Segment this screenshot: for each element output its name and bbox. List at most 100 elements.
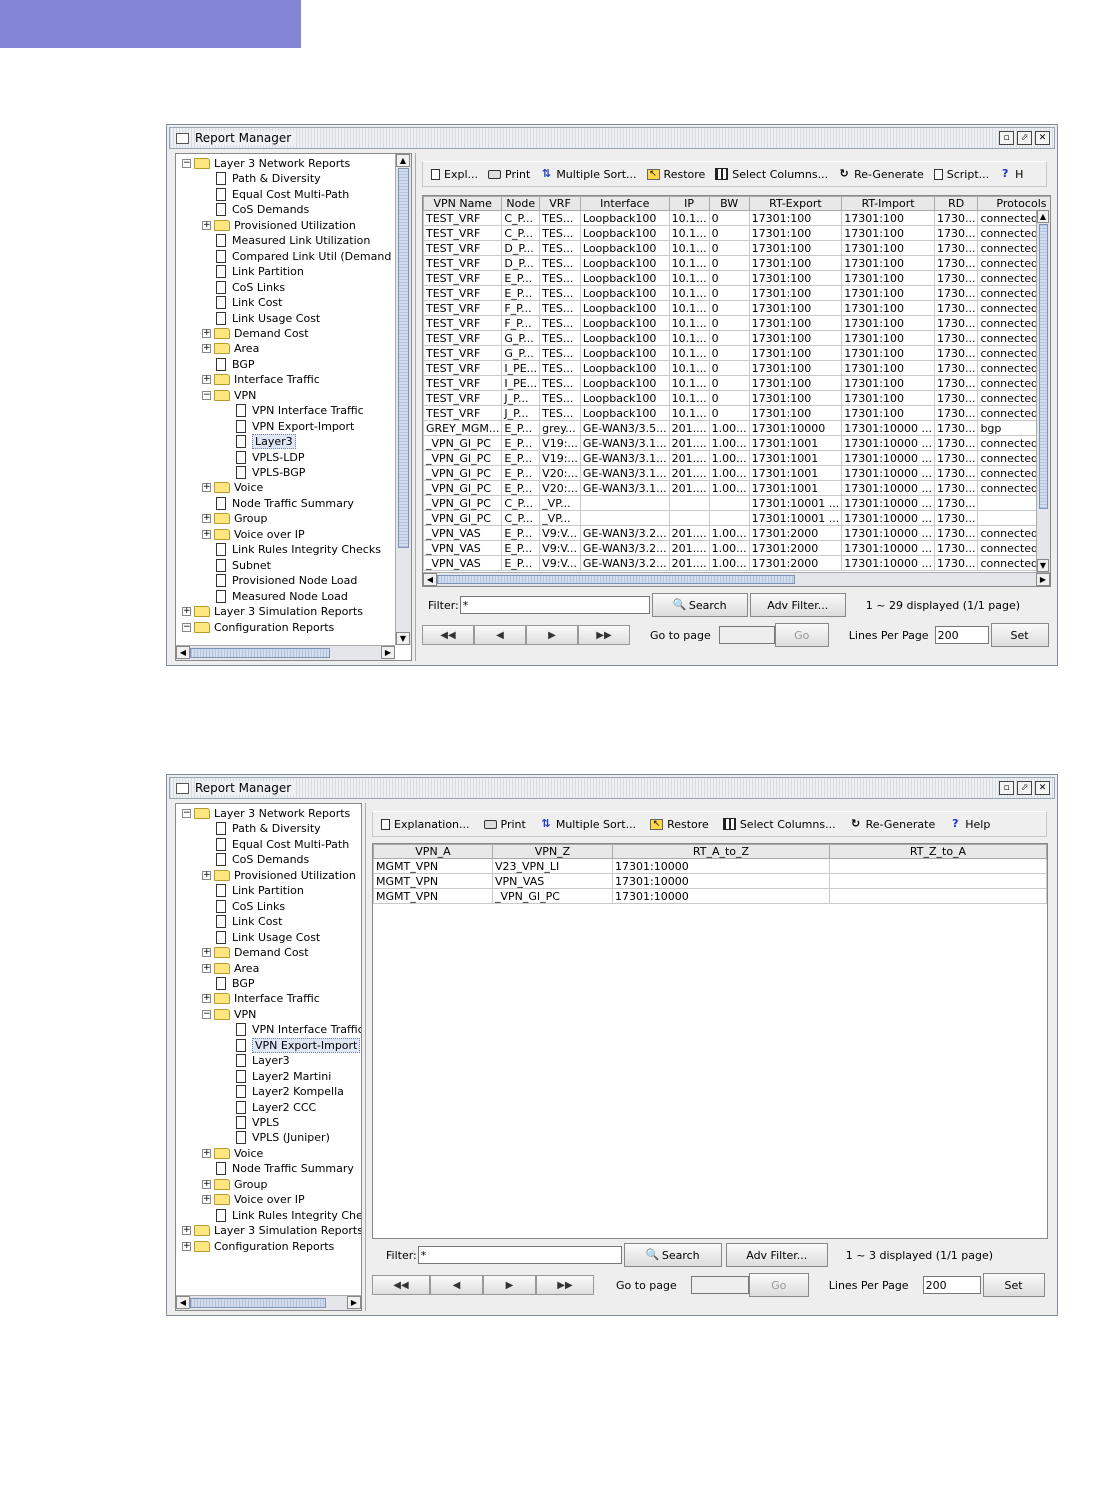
next-page-button[interactable]: ▶ [526,625,578,645]
scroll-thumb[interactable] [190,1298,326,1308]
expand-icon[interactable]: + [202,375,211,385]
tree-item-layer-3-simulation-reports[interactable]: + Layer 3 Simulation Reports [182,1223,361,1238]
expand-icon[interactable]: + [182,1226,191,1236]
collapse-icon[interactable]: − [182,809,191,818]
column-header-node[interactable]: Node [501,196,541,211]
column-header-vpn-a[interactable]: VPN_A [373,844,493,859]
expand-icon[interactable]: + [202,963,211,973]
filter-input[interactable] [459,596,650,614]
tree-item-interface-traffic[interactable]: + Interface Traffic [202,372,320,387]
toolbar-h-button[interactable]: ? H [999,168,1023,181]
tree-item-node-traffic-summary[interactable]: Node Traffic Summary [202,1161,354,1176]
column-header-protocols[interactable]: Protocols [977,196,1050,211]
scroll-down-icon[interactable]: ▼ [396,632,410,645]
scroll-right-icon[interactable]: ▶ [347,1296,361,1309]
scroll-down-icon[interactable]: ▼ [1037,559,1049,572]
column-header-vrf[interactable]: VRF [539,196,581,211]
tree-item-cos-links[interactable]: CoS Links [202,280,285,295]
expand-icon[interactable]: + [202,870,211,880]
search-button[interactable]: 🔍 Search [651,593,748,617]
tree-item-layer2-ccc[interactable]: Layer2 CCC [222,1100,316,1115]
toolbar-re-generate-button[interactable]: ↻ Re-Generate [850,818,935,831]
table-row[interactable]: MGMT_VPN _VPN_GI_PC 17301:10000 [373,888,1047,904]
expand-icon[interactable]: + [182,607,191,617]
tree-item-vpn-export-import[interactable]: VPN Export-Import [222,419,354,434]
expand-icon[interactable]: + [202,948,211,958]
tree-item-group[interactable]: + Group [202,1177,268,1192]
expand-icon[interactable]: + [202,1148,211,1158]
toolbar-expl-button[interactable]: Expl... [431,168,478,181]
tree-item-vpls-ldp[interactable]: VPLS-LDP [222,450,304,465]
tree-item-layer-3-network-reports[interactable]: − Layer 3 Network Reports [182,806,350,821]
goto-page-input[interactable] [718,626,775,644]
tree-item-configuration-reports[interactable]: + Configuration Reports [182,1239,334,1254]
set-button[interactable]: Set [982,1273,1045,1297]
expand-icon[interactable]: + [202,1179,211,1189]
last-page-button[interactable]: ▶▶ [536,1275,594,1295]
tree-item-cos-demands[interactable]: CoS Demands [202,202,309,217]
scroll-up-icon[interactable]: ▲ [396,154,410,167]
tree-item-layer2-martini[interactable]: Layer2 Martini [222,1069,331,1084]
tree-item-interface-traffic[interactable]: + Interface Traffic [202,991,320,1006]
tree-item-vpn[interactable]: − VPN [202,388,256,403]
table-row[interactable]: _VPN_GI_PC C_P... _VP... 17301:10001 ... 173… [423,495,1050,511]
tree-item-voice[interactable]: + Voice [202,1146,263,1161]
tree-item-layer-3-network-reports[interactable]: − Layer 3 Network Reports [182,156,350,171]
column-header-rd[interactable]: RD [933,196,979,211]
tree-item-measured-link-utilization[interactable]: Measured Link Utilization [202,233,370,248]
table-row[interactable]: _VPN_GI_PC C_P... _VP... 17301:10001 ... 173… [423,510,1050,526]
table-row[interactable]: TEST_VRF I_PE... TES... Loopback100 10.1... 0… [423,360,1050,376]
table-row[interactable]: TEST_VRF C_P... TES... Loopback100 10.1... 0 1… [423,210,1050,226]
table-row[interactable]: _VPN_VAS E_P... V9:V... GE-WAN3/3.2... 201..… [423,540,1050,556]
tree-item-voice[interactable]: + Voice [202,480,263,495]
table-row[interactable]: MGMT_VPN V23_VPN_LI 17301:10000 [373,858,1047,874]
tree-item-layer3[interactable]: Layer3 [222,1053,290,1068]
minimize-icon[interactable]: ▫ [999,131,1014,145]
tree-vertical-scrollbar[interactable]: ▲ ▼ [395,154,411,645]
next-page-button[interactable]: ▶ [483,1275,536,1295]
expand-icon[interactable]: + [202,344,211,354]
filter-input[interactable] [417,1246,622,1264]
search-button[interactable]: 🔍 Search [623,1243,722,1267]
goto-page-input[interactable] [690,1276,749,1294]
adv-filter-button[interactable]: Adv Filter... [749,593,846,617]
tree-item-path-diversity[interactable]: Path & Diversity [202,821,321,836]
window-title-bar[interactable]: Report Manager ▫ ⬀ ✕ [169,777,1055,799]
tree-item-vpn[interactable]: − VPN [202,1007,256,1022]
scroll-thumb[interactable] [1039,224,1048,509]
first-page-button[interactable]: ◀◀ [372,1275,430,1295]
column-header-interface[interactable]: Interface [579,196,670,211]
toolbar-print-button[interactable]: Print [483,818,526,831]
go-button[interactable]: Go [748,1273,809,1297]
tree-item-voice-over-ip[interactable]: + Voice over IP [202,527,305,542]
minimize-icon[interactable]: ▫ [999,781,1014,795]
tree-item-provisioned-utilization[interactable]: + Provisioned Utilization [202,218,356,233]
window-title-bar[interactable]: Report Manager ▫ ⬀ ✕ [169,127,1055,149]
table-row[interactable]: TEST_VRF G_P... TES... Loopback100 10.1... 0 1… [423,345,1050,361]
tree-item-path-diversity[interactable]: Path & Diversity [202,171,321,186]
table-row[interactable]: _VPN_VAS E_P... V9:V... GE-WAN3/3.2... 201..… [423,555,1050,571]
column-header-rt-export[interactable]: RT-Export [748,196,843,211]
toolbar-restore-button[interactable]: ↖ Restore [646,168,705,181]
table-row[interactable]: _VPN_VAS E_P... V9:V... GE-WAN3/3.2... 201..… [423,525,1050,541]
table-row[interactable]: MGMT_VPN VPN_VAS 17301:10000 [373,873,1047,889]
prev-page-button[interactable]: ◀ [474,625,526,645]
lines-per-page-input[interactable] [934,626,989,644]
column-header-rt-import[interactable]: RT-Import [841,196,935,211]
toolbar-select-columns-button[interactable]: Select Columns... [722,818,836,831]
toolbar-print-button[interactable]: Print [488,168,530,181]
tree-item-provisioned-node-load[interactable]: Provisioned Node Load [202,573,357,588]
tree-item-area[interactable]: + Area [202,341,259,356]
table-row[interactable]: TEST_VRF E_P... TES... Loopback100 10.1... 0 1… [423,270,1050,286]
tree-item-link-usage-cost[interactable]: Link Usage Cost [202,311,320,326]
table-row[interactable]: TEST_VRF C_P... TES... Loopback100 10.1... 0 1… [423,225,1050,241]
tree-item-link-usage-cost[interactable]: Link Usage Cost [202,930,320,945]
tree-item-area[interactable]: + Area [202,961,259,976]
tree-item-cos-demands[interactable]: CoS Demands [202,852,309,867]
tree-item-layer2-kompella[interactable]: Layer2 Kompella [222,1084,344,1099]
tree-item-equal-cost-multi-path[interactable]: Equal Cost Multi-Path [202,837,349,852]
column-header-ip[interactable]: IP [668,196,710,211]
tree-item-link-cost[interactable]: Link Cost [202,914,282,929]
tree-item-group[interactable]: + Group [202,511,268,526]
scroll-thumb[interactable] [398,168,409,548]
